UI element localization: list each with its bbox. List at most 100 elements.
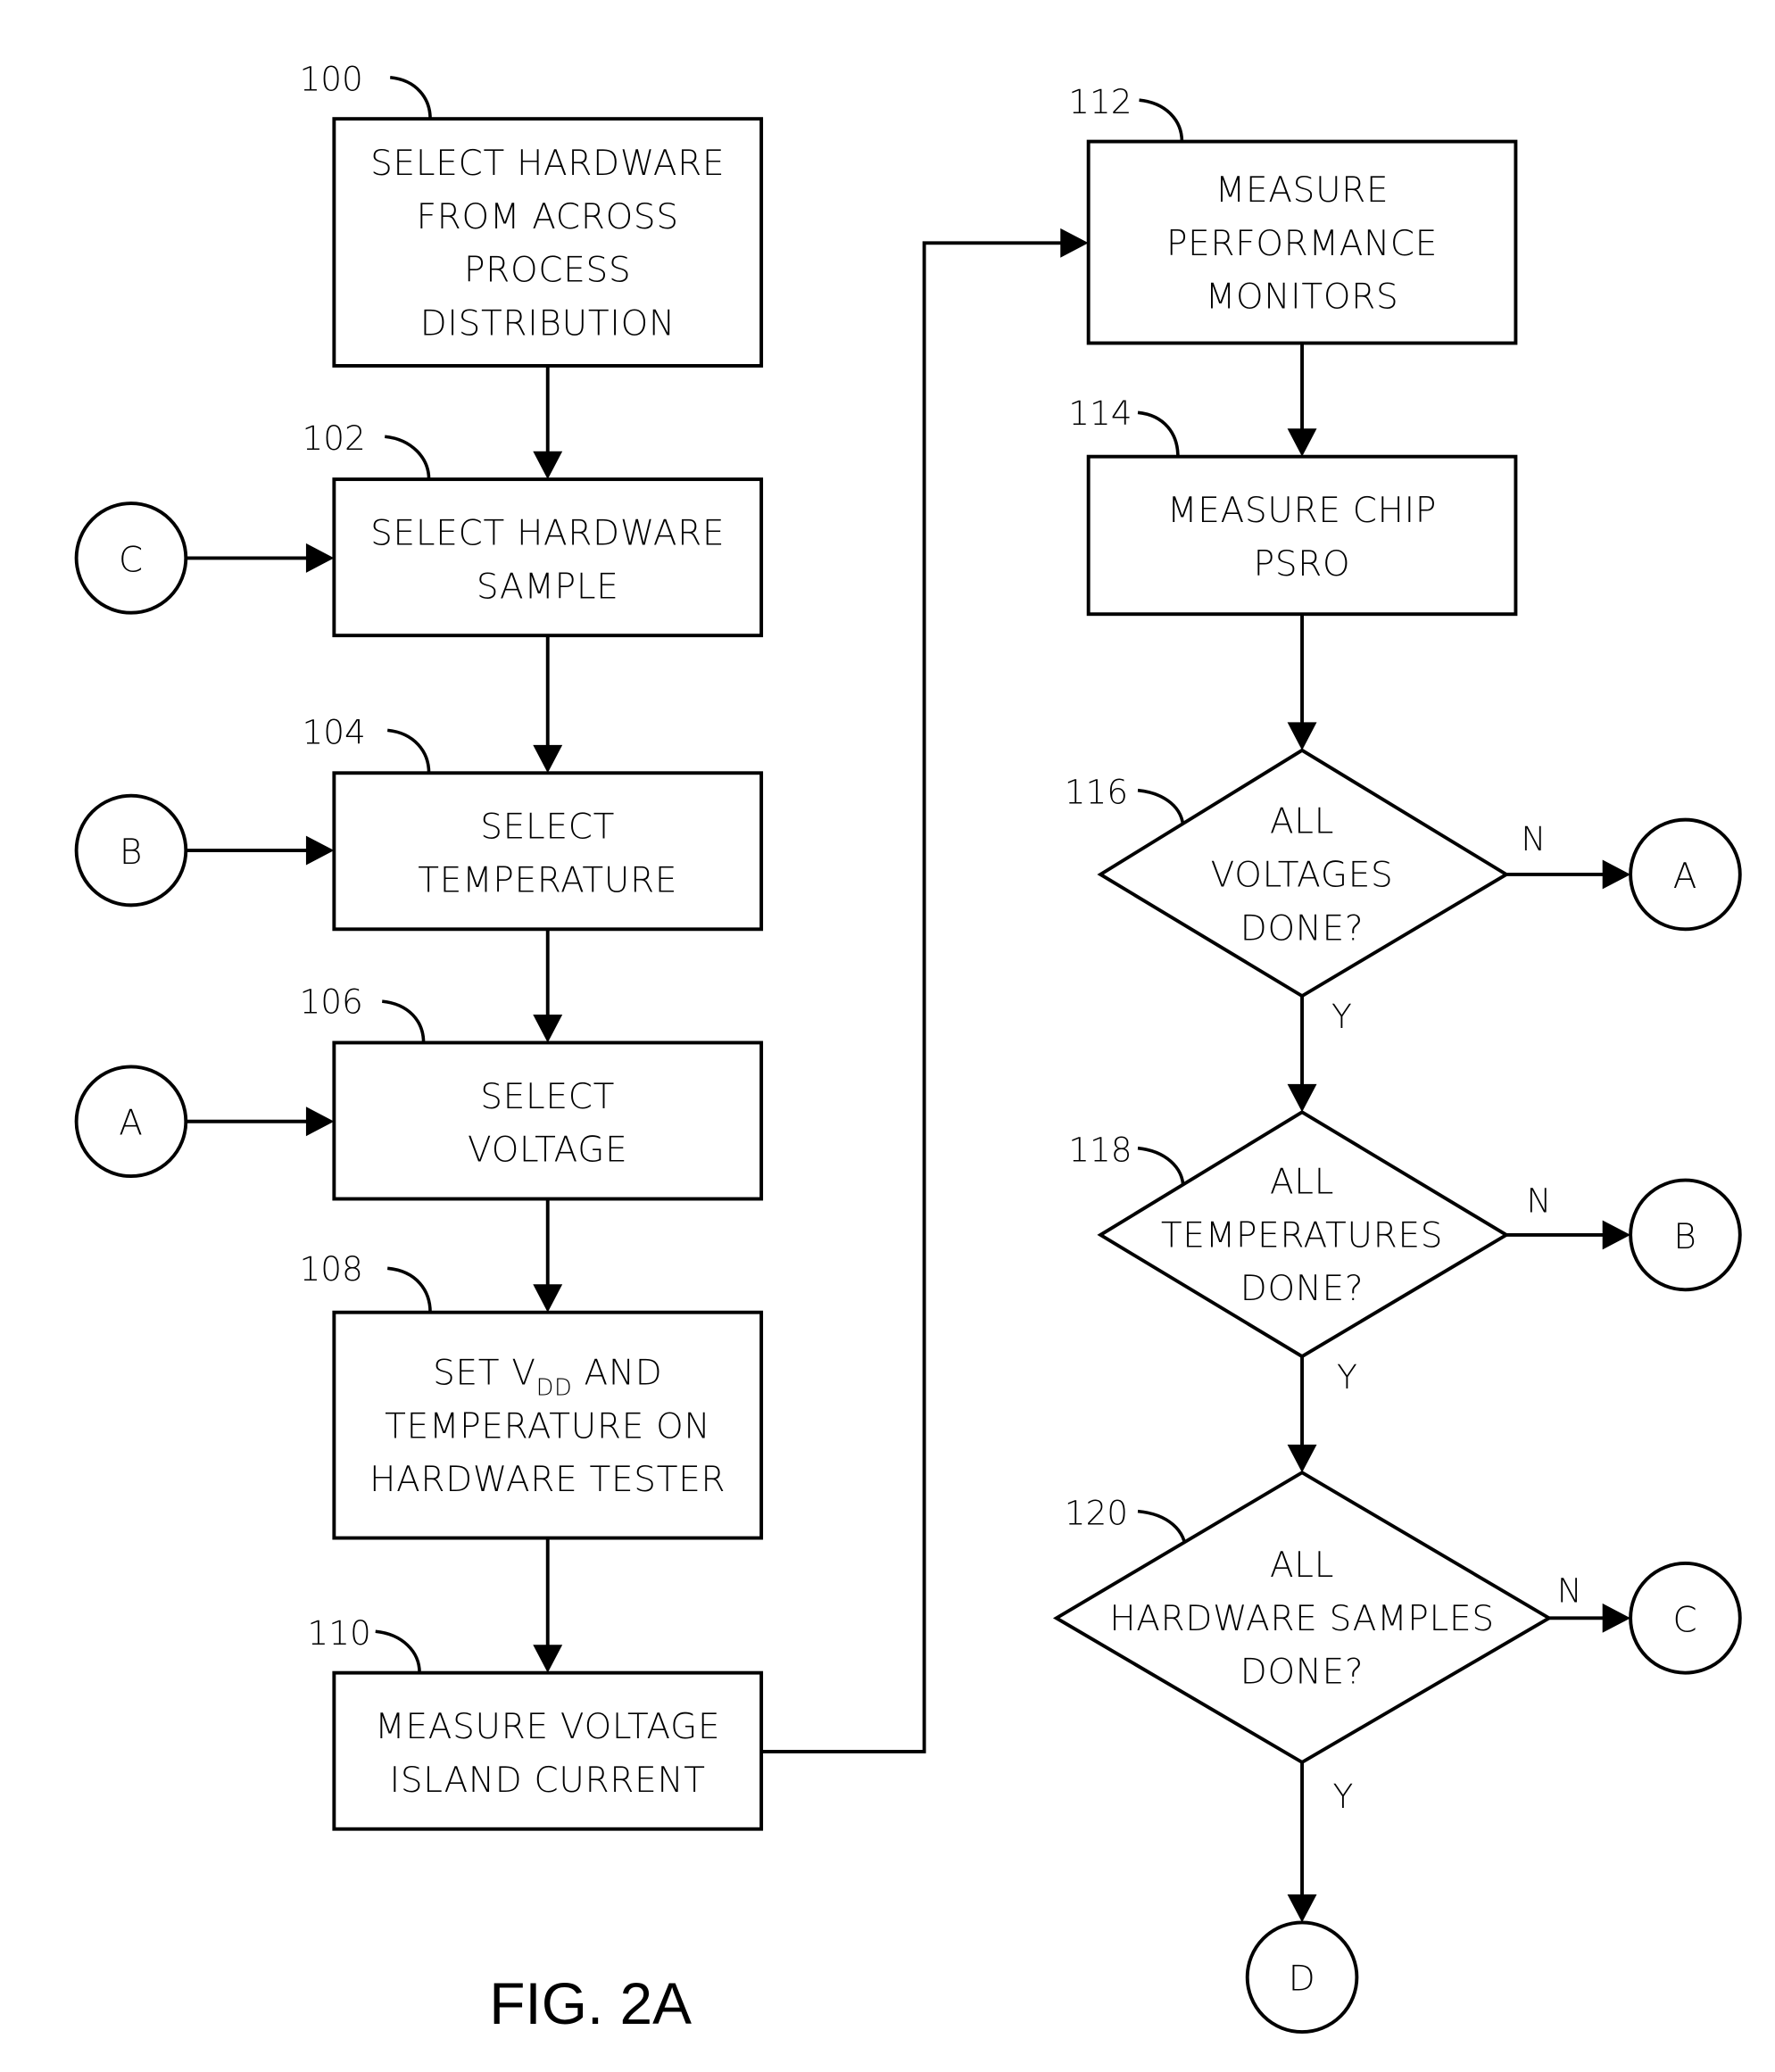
ref-label-108: 108 xyxy=(299,1249,362,1289)
decision-118-text-line-3: DONE? xyxy=(1240,1269,1364,1309)
ref-label-120: 120 xyxy=(1065,1494,1128,1533)
connector-label-d: D xyxy=(1289,1960,1316,2000)
decision-118-text-line-1: ALL xyxy=(1270,1163,1334,1203)
step-102-text-line-2: SAMPLE xyxy=(477,567,619,607)
yes-branch-label: Y xyxy=(1331,997,1352,1036)
connector-c-in: C xyxy=(74,501,335,615)
connector-label-b: B xyxy=(1673,1217,1696,1257)
step-108-text-line-3: HARDWARE TESTER xyxy=(369,1460,726,1500)
leader-line-108 xyxy=(387,1266,432,1313)
leader-line-106 xyxy=(382,999,426,1043)
step-100-text-line-3: PROCESS xyxy=(464,251,631,291)
decision-120: 120 ALL HARDWARE SAMPLES DONE? N Y xyxy=(1052,1470,1582,1816)
ref-label-112: 112 xyxy=(1068,82,1132,121)
edge-110-112 xyxy=(761,241,1064,1753)
step-112: 112 MEASURE PERFORMANCE MONITORS xyxy=(1068,82,1518,345)
arrowhead-right-icon xyxy=(1602,859,1631,890)
arrowhead-down-icon xyxy=(1287,1444,1317,1473)
decision-120-text-line-2: HARDWARE SAMPLES xyxy=(1109,1599,1494,1639)
leader-line-102 xyxy=(385,435,431,480)
step-108: 108 SET VDD AND TEMPERATURE ON HARDWARE … xyxy=(299,1249,764,1540)
step-104: 104 SELECT TEMPERATURE xyxy=(302,712,764,932)
connector-a-in: A xyxy=(74,1065,335,1179)
arrowhead-right-icon xyxy=(1060,228,1089,258)
connector-b-in: B xyxy=(74,793,335,908)
decision-116-text-line-1: ALL xyxy=(1270,802,1334,842)
step-108-text-pre: SET V xyxy=(433,1353,536,1393)
step-112-text-line-3: MONITORS xyxy=(1206,278,1399,318)
leader-line-116 xyxy=(1137,788,1185,830)
flowchart: 100 SELECT HARDWARE FROM ACROSS PROCESS … xyxy=(74,60,1742,2036)
arrowhead-right-icon xyxy=(1602,1220,1631,1250)
step-108-vdd-subscript: DD xyxy=(536,1373,573,1400)
connector-label-c: C xyxy=(1672,1600,1697,1640)
ref-label-104: 104 xyxy=(302,712,365,751)
decision-116: 116 ALL VOLTAGES DONE? N Y xyxy=(1065,748,1546,1036)
arrowhead-down-icon xyxy=(1287,722,1317,750)
step-110-text-line-1: MEASURE VOLTAGE xyxy=(375,1707,720,1747)
ref-label-114: 114 xyxy=(1068,394,1132,433)
leader-line-114 xyxy=(1137,410,1180,457)
connector-label-a: A xyxy=(119,1104,143,1144)
figure-label: FIG. 2A xyxy=(489,1970,692,2036)
connector-d-out: D xyxy=(1245,1920,1359,2035)
step-108-text-line-2: TEMPERATURE ON xyxy=(385,1406,710,1446)
connector-c-out: C xyxy=(1629,1562,1742,1675)
arrowhead-right-icon xyxy=(1602,1603,1631,1633)
arrowhead-right-icon xyxy=(305,835,335,866)
leader-line-100 xyxy=(389,75,432,120)
step-100-text-line-2: FROM ACROSS xyxy=(417,197,679,237)
ref-label-102: 102 xyxy=(302,419,365,458)
process-box-114 xyxy=(1086,454,1518,617)
decision-116-text-line-2: VOLTAGES xyxy=(1211,855,1394,895)
step-102-text-line-1: SELECT HARDWARE xyxy=(370,513,725,553)
step-100-text-line-1: SELECT HARDWARE xyxy=(370,144,725,184)
step-104-text-line-1: SELECT xyxy=(480,808,615,848)
leader-line-104 xyxy=(386,728,431,774)
step-100-text-line-4: DISTRIBUTION xyxy=(420,304,676,344)
arrowhead-down-icon xyxy=(533,451,563,480)
process-box-102 xyxy=(332,477,764,638)
step-106-text-line-2: VOLTAGE xyxy=(468,1131,627,1171)
no-branch-label: N xyxy=(1521,819,1546,858)
ref-label-100: 100 xyxy=(299,60,362,99)
step-114-text-line-1: MEASURE CHIP xyxy=(1167,491,1437,531)
step-112-text-line-2: PERFORMANCE xyxy=(1166,224,1438,264)
decision-118-text-line-2: TEMPERATURES xyxy=(1161,1215,1443,1256)
leader-line-118 xyxy=(1137,1146,1185,1189)
process-box-110 xyxy=(332,1670,764,1831)
step-106-text-line-1: SELECT xyxy=(480,1077,615,1117)
connector-a-out: A xyxy=(1629,817,1742,932)
process-box-106 xyxy=(332,1040,764,1201)
step-114: 114 MEASURE CHIP PSRO xyxy=(1068,394,1518,617)
no-branch-label: N xyxy=(1526,1181,1551,1220)
step-108-text-post: AND xyxy=(572,1353,662,1393)
leader-line-112 xyxy=(1139,98,1184,142)
arrowhead-down-icon xyxy=(533,744,563,774)
step-100: 100 SELECT HARDWARE FROM ACROSS PROCESS … xyxy=(299,60,764,368)
decision-116-text-line-3: DONE? xyxy=(1240,908,1364,949)
step-112-text-line-1: MEASURE xyxy=(1215,170,1389,211)
arrowhead-down-icon xyxy=(1287,1894,1317,1923)
arrowhead-right-icon xyxy=(305,543,335,573)
decision-120-text-line-1: ALL xyxy=(1270,1546,1334,1586)
arrowhead-right-icon xyxy=(305,1106,335,1137)
connector-label-b: B xyxy=(120,833,143,873)
process-box-104 xyxy=(332,771,764,932)
decision-118: 118 ALL TEMPERATURES DONE? N Y xyxy=(1068,1110,1551,1397)
leader-line-110 xyxy=(375,1629,421,1673)
no-branch-label: N xyxy=(1557,1571,1582,1610)
ref-label-118: 118 xyxy=(1068,1131,1132,1170)
arrowhead-down-icon xyxy=(533,1645,563,1673)
step-106: 106 SELECT VOLTAGE xyxy=(299,982,764,1201)
yes-branch-label: Y xyxy=(1332,1777,1353,1816)
connector-label-c: C xyxy=(119,540,144,580)
step-102: 102 SELECT HARDWARE SAMPLE xyxy=(302,419,764,638)
decision-120-text-line-3: DONE? xyxy=(1240,1653,1364,1693)
arrowhead-down-icon xyxy=(1287,1083,1317,1113)
ref-label-110: 110 xyxy=(307,1613,370,1653)
ref-label-116: 116 xyxy=(1065,773,1128,812)
step-114-text-line-2: PSRO xyxy=(1254,544,1351,584)
arrowhead-down-icon xyxy=(533,1015,563,1043)
arrowhead-down-icon xyxy=(1287,428,1317,457)
